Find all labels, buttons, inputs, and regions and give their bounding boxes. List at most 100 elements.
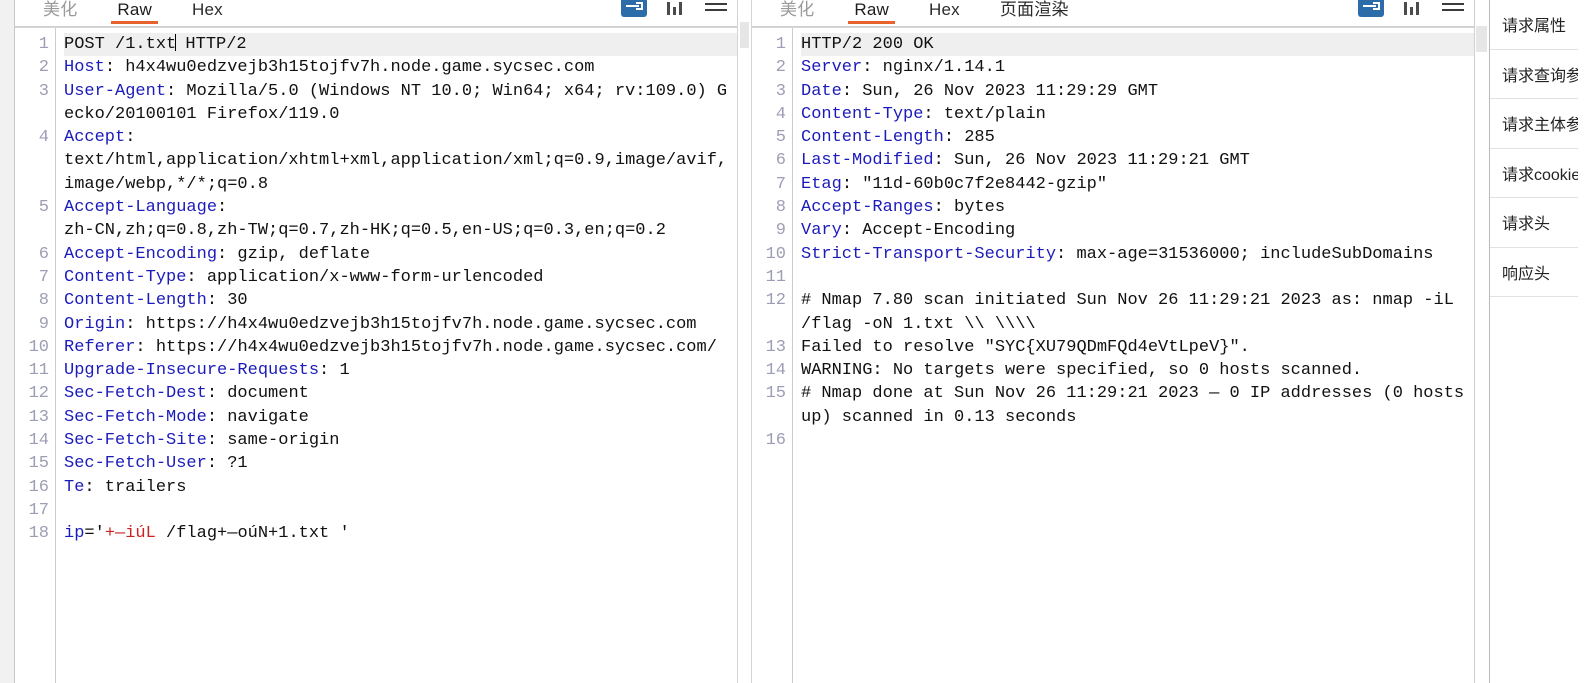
inspector-item-5[interactable]: 请求头 [1490, 198, 1578, 248]
response-tab-1[interactable]: 美化 [780, 0, 814, 24]
columns-icon[interactable] [667, 0, 685, 15]
response-tabs: 美化 Raw Hex 页面渲染 [752, 0, 1109, 24]
request-text: HTTP/2 [175, 35, 247, 54]
response-tab-3[interactable]: Hex [929, 0, 960, 24]
request-line-number-continuation [15, 173, 49, 196]
request-header-name: Sec-Fetch-Dest [64, 384, 207, 404]
response-tabstrip: 美化 Raw Hex 页面渲染 [752, 0, 1474, 27]
inspector-item-3[interactable]: 请求主体参数 [1490, 99, 1578, 149]
request-line[interactable]: Te: trailers [64, 476, 737, 499]
request-line[interactable]: Accept-Encoding: gzip, deflate [64, 243, 737, 266]
response-line-number: 16 [765, 431, 786, 451]
response-line-number: 6 [775, 151, 786, 171]
response-text: : Accept-Encoding [841, 221, 1016, 241]
request-text: : ?1 [206, 454, 248, 474]
response-line-number-continuation [752, 313, 786, 336]
response-line[interactable]: WARNING: No targets were specified, so 0… [801, 359, 1474, 382]
inspector-item-2[interactable]: 请求查询参数 [1490, 50, 1578, 99]
request-line[interactable]: ip='+—iúL /flag+—oúN+1.txt ' [64, 522, 737, 545]
response-line-number: 12 [765, 291, 786, 311]
response-line-number: 4 [775, 104, 786, 124]
response-line[interactable]: # Nmap done at Sun Nov 26 11:29:21 2023 … [801, 382, 1474, 429]
response-line[interactable]: Etag: "11d-60b0c7f2e8442-gzip" [801, 173, 1474, 196]
request-tab-2[interactable]: Raw [111, 0, 158, 24]
request-line-number: 11 [28, 361, 49, 381]
response-line[interactable]: Strict-Transport-Security: max-age=31536… [801, 243, 1474, 266]
inspector-item-label: 响应头 [1502, 265, 1551, 283]
response-line[interactable]: Last-Modified: Sun, 26 Nov 2023 11:29:21… [801, 149, 1474, 172]
response-text: # Nmap 7.80 scan initiated Sun Nov 26 11… [801, 291, 1465, 334]
request-line[interactable]: Content-Length: 30 [64, 289, 737, 312]
response-tab-4[interactable]: 页面渲染 [1000, 0, 1069, 24]
request-line[interactable]: Host: h4x4wu0edzvejb3h15tojfv7h.node.gam… [64, 56, 737, 79]
inspector-item-6[interactable]: 响应头 [1490, 248, 1578, 297]
request-header-name: User-Agent [64, 81, 167, 101]
request-line[interactable]: Accept-Language: zh-CN,zh;q=0.8,zh-TW;q=… [64, 196, 737, 243]
inspector-item-label: 请求头 [1502, 216, 1551, 234]
request-line[interactable]: Origin: https://h4x4wu0edzvejb3h15tojfv7… [64, 313, 737, 336]
request-line[interactable]: User-Agent: Mozilla/5.0 (Windows NT 10.0… [64, 80, 737, 127]
inspector-item-4[interactable]: 请求cookie [1490, 149, 1578, 198]
inspector-item-1[interactable]: 请求属性 [1490, 0, 1578, 50]
request-line[interactable] [64, 499, 737, 522]
response-line[interactable]: Accept-Ranges: bytes [801, 196, 1474, 219]
request-text: : 30 [206, 291, 248, 311]
request-line[interactable]: Sec-Fetch-Site: same-origin [64, 429, 737, 452]
request-line[interactable]: Content-Type: application/x-www-form-url… [64, 266, 737, 289]
inspector-toggle-icon[interactable] [1358, 0, 1384, 17]
response-text: HTTP/2 200 OK [801, 35, 934, 54]
response-line[interactable]: Content-Type: text/plain [801, 103, 1474, 126]
request-line-numbers: 123 4 5 6 7 8 9 10 11 12 13 14 15 16 17 18 [15, 28, 56, 683]
response-line-number: 13 [765, 337, 786, 357]
response-line[interactable] [801, 429, 1474, 452]
response-line[interactable]: Date: Sun, 26 Nov 2023 11:29:29 GMT [801, 80, 1474, 103]
inspector-toggle-icon[interactable] [621, 0, 647, 17]
request-text: POST /1.txt [64, 35, 177, 54]
response-line[interactable]: # Nmap 7.80 scan initiated Sun Nov 26 11… [801, 289, 1474, 336]
response-code[interactable]: HTTP/2 200 OK Server: nginx/1.14.1 Date: S… [793, 28, 1474, 683]
request-line[interactable]: Sec-Fetch-Dest: document [64, 382, 737, 405]
response-codeview[interactable]: 1 2 3 4 5 6 7 8 9 10 11 12 13 14 15 16 HTTP/2 200 OK S… [752, 27, 1474, 683]
response-panel: 美化 Raw Hex 页面渲染 1 2 3 4 5 6 7 8 9 10 11 12 13 14 15 16 H… [752, 0, 1474, 683]
request-line[interactable]: Sec-Fetch-Mode: navigate [64, 406, 737, 429]
left-rail [0, 0, 15, 683]
request-line-number: 9 [38, 314, 49, 334]
response-line[interactable]: HTTP/2 200 OK [801, 33, 1474, 57]
request-line[interactable]: Accept: text/html,application/xhtml+xml,… [64, 126, 737, 196]
response-line-number: 14 [765, 361, 786, 381]
response-header-name: Strict-Transport-Security [801, 244, 1057, 264]
response-text: WARNING: No targets were specified, so 0… [801, 361, 1363, 381]
response-line[interactable]: Content-Length: 285 [801, 126, 1474, 149]
request-tab-1[interactable]: 美化 [43, 0, 77, 24]
columns-icon[interactable] [1404, 0, 1422, 15]
request-code[interactable]: POST /1.txt HTTP/2 Host: h4x4wu0edzvejb3h… [56, 28, 737, 683]
menu-icon[interactable] [705, 0, 727, 14]
request-line-number: 12 [28, 384, 49, 404]
request-line[interactable]: POST /1.txt HTTP/2 [64, 33, 737, 57]
response-line[interactable]: Server: nginx/1.14.1 [801, 56, 1474, 79]
response-line[interactable]: Failed to resolve "SYC{XU79QDmFQd4eVtLpe… [801, 336, 1474, 359]
response-tab-2[interactable]: Raw [848, 0, 895, 24]
request-line[interactable]: Referer: https://h4x4wu0edzvejb3h15tojfv… [64, 336, 737, 359]
request-header-name: Sec-Fetch-Mode [64, 407, 207, 427]
request-header-name: Referer [64, 337, 136, 357]
response-line-number: 8 [775, 198, 786, 218]
inspector-splitter[interactable] [1474, 0, 1489, 683]
request-line-number: 13 [28, 407, 49, 427]
response-line[interactable] [801, 266, 1474, 289]
request-line-number-continuation [15, 219, 49, 242]
inspector-item-label: 请求查询参数 [1502, 67, 1578, 85]
menu-icon[interactable] [1442, 0, 1464, 14]
response-line-number: 9 [775, 221, 786, 241]
request-line-number-continuation [15, 149, 49, 172]
panel-splitter[interactable] [737, 0, 752, 683]
request-codeview[interactable]: 123 4 5 6 7 8 9 10 11 12 13 14 15 16 17 18 POST /1.t… [15, 27, 737, 683]
request-header-name: Accept-Language [64, 198, 218, 218]
request-line[interactable]: Sec-Fetch-User: ?1 [64, 452, 737, 475]
response-header-name: Content-Type [801, 104, 924, 124]
request-line-number: 3 [38, 81, 49, 101]
request-tab-3[interactable]: Hex [192, 0, 223, 24]
request-text: : gzip, deflate [217, 244, 371, 264]
request-line[interactable]: Upgrade-Insecure-Requests: 1 [64, 359, 737, 382]
response-line[interactable]: Vary: Accept-Encoding [801, 219, 1474, 242]
